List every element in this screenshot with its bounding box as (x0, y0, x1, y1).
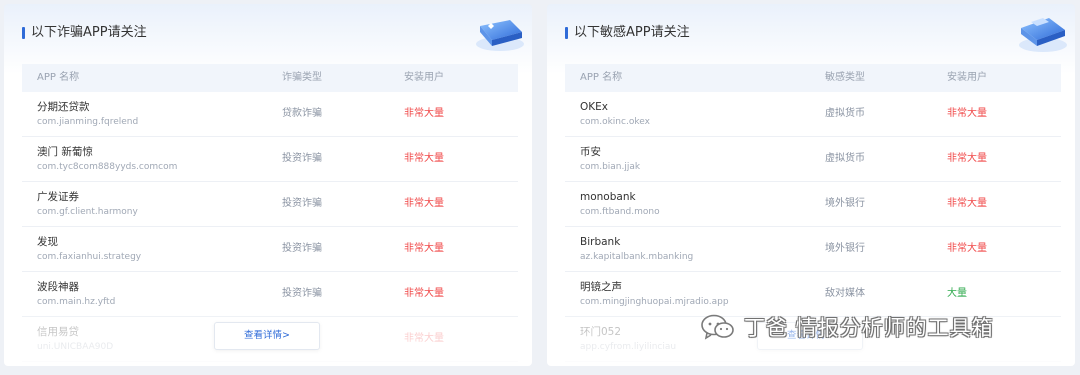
fraud-app-panel: 以下诈骗APP请关注 APP 名称 诈骗类型 安装用户 分期还贷款 com.ji… (4, 4, 532, 366)
app-users: 非常大量 (404, 288, 444, 299)
table-row[interactable]: monobank com.ftband.mono 境外银行 非常大量 (565, 182, 1061, 227)
app-type: 境外银行 (825, 243, 865, 254)
header-type: 敏感类型 (825, 72, 865, 83)
app-users: 非常大量 (947, 243, 987, 254)
header-users: 安装用户 (947, 72, 987, 83)
panel-title: 以下敏感APP请关注 (565, 25, 690, 41)
app-name: OKEx (580, 101, 608, 113)
table-row[interactable]: 分期还贷款 com.jianming.fqrelend 贷款诈骗 非常大量 (22, 92, 518, 137)
app-type: 虚拟货币 (825, 153, 865, 164)
app-type: 境外银行 (825, 198, 865, 209)
app-users: 非常大量 (404, 153, 444, 164)
app-name: monobank (580, 191, 636, 203)
table-row[interactable]: OKEx com.okinc.okex 虚拟货币 非常大量 (565, 92, 1061, 137)
app-users: 非常大量 (404, 243, 444, 254)
view-details-button[interactable]: 查看详情> (214, 322, 320, 350)
table-row[interactable]: 币安 com.bian.jjak 虚拟货币 非常大量 (565, 137, 1061, 182)
table-header: APP 名称 敏感类型 安装用户 (565, 64, 1061, 92)
app-users: 非常大量 (404, 108, 444, 119)
app-users: 大量 (947, 288, 967, 299)
app-package: com.main.hz.yftd (37, 297, 116, 307)
app-name: 广发证券 (37, 191, 79, 203)
app-type: 敌对媒体 (825, 288, 865, 299)
app-name: Birbank (580, 236, 621, 248)
header-app-name: APP 名称 (580, 72, 623, 83)
app-package: uni.UNICBAA90D (37, 342, 114, 352)
app-package: az.kapitalbank.mbanking (580, 252, 694, 262)
app-name: 发现 (37, 236, 58, 248)
app-package: com.okinc.okex (580, 117, 650, 127)
panel-title: 以下诈骗APP请关注 (22, 25, 147, 41)
watermark: 丁爸 情报分析师的工具箱 (700, 312, 994, 342)
table-row[interactable]: 明镜之声 com.mingjinghuopai.mjradio.app 敌对媒体… (565, 272, 1061, 317)
app-type: 虚拟货币 (825, 108, 865, 119)
app-type: 贷款诈骗 (282, 108, 322, 119)
folder-decoration-icon (476, 20, 524, 51)
app-users: 非常大量 (947, 198, 987, 209)
app-package: com.ftband.mono (580, 207, 660, 217)
table-row[interactable]: Birbank az.kapitalbank.mbanking 境外银行 非常大… (565, 227, 1061, 272)
table-row[interactable]: 澳门 新葡惊 com.tyc8com888yyds.comcom 投资诈骗 非常… (22, 137, 518, 182)
wechat-icon (701, 314, 734, 340)
app-name: 波段神器 (37, 281, 79, 293)
app-type: 投资诈骗 (282, 243, 322, 254)
header-type: 诈骗类型 (282, 72, 322, 83)
table-row[interactable]: 波段神器 com.main.hz.yftd 投资诈骗 非常大量 (22, 272, 518, 317)
app-users: 非常大量 (947, 108, 987, 119)
app-users: 非常大量 (404, 198, 444, 209)
table-header: APP 名称 诈骗类型 安装用户 (22, 64, 518, 92)
watermark-text: 丁爸 情报分析师的工具箱 (744, 316, 994, 340)
app-package: com.jianming.fqrelend (37, 117, 139, 127)
header-users: 安装用户 (404, 72, 444, 83)
table-row[interactable]: 广发证券 com.gf.client.harmony 投资诈骗 非常大量 (22, 182, 518, 227)
table-row[interactable]: 发现 com.faxianhui.strategy 投资诈骗 非常大量 (22, 227, 518, 272)
app-users: 非常大量 (947, 153, 987, 164)
app-package: com.mingjinghuopai.mjradio.app (580, 297, 729, 307)
app-name: 信用易贷 (37, 326, 79, 338)
header-app-name: APP 名称 (37, 72, 80, 83)
app-type: 投资诈骗 (282, 198, 322, 209)
app-package: com.bian.jjak (580, 162, 641, 172)
app-name: 环门052 (580, 326, 622, 338)
app-package: app.cyfrom.liyilinciau (580, 342, 677, 352)
app-package: com.faxianhui.strategy (37, 252, 142, 262)
app-type: 投资诈骗 (282, 153, 322, 164)
app-package: com.gf.client.harmony (37, 207, 138, 217)
app-name: 币安 (580, 146, 601, 158)
app-package: com.tyc8com888yyds.comcom (37, 162, 178, 172)
app-users: 非常大量 (404, 333, 444, 344)
app-type: 投资诈骗 (282, 288, 322, 299)
device-decoration-icon (1019, 18, 1067, 52)
app-name: 明镜之声 (580, 281, 622, 293)
app-name: 分期还贷款 (37, 101, 90, 113)
app-name: 澳门 新葡惊 (37, 146, 93, 158)
